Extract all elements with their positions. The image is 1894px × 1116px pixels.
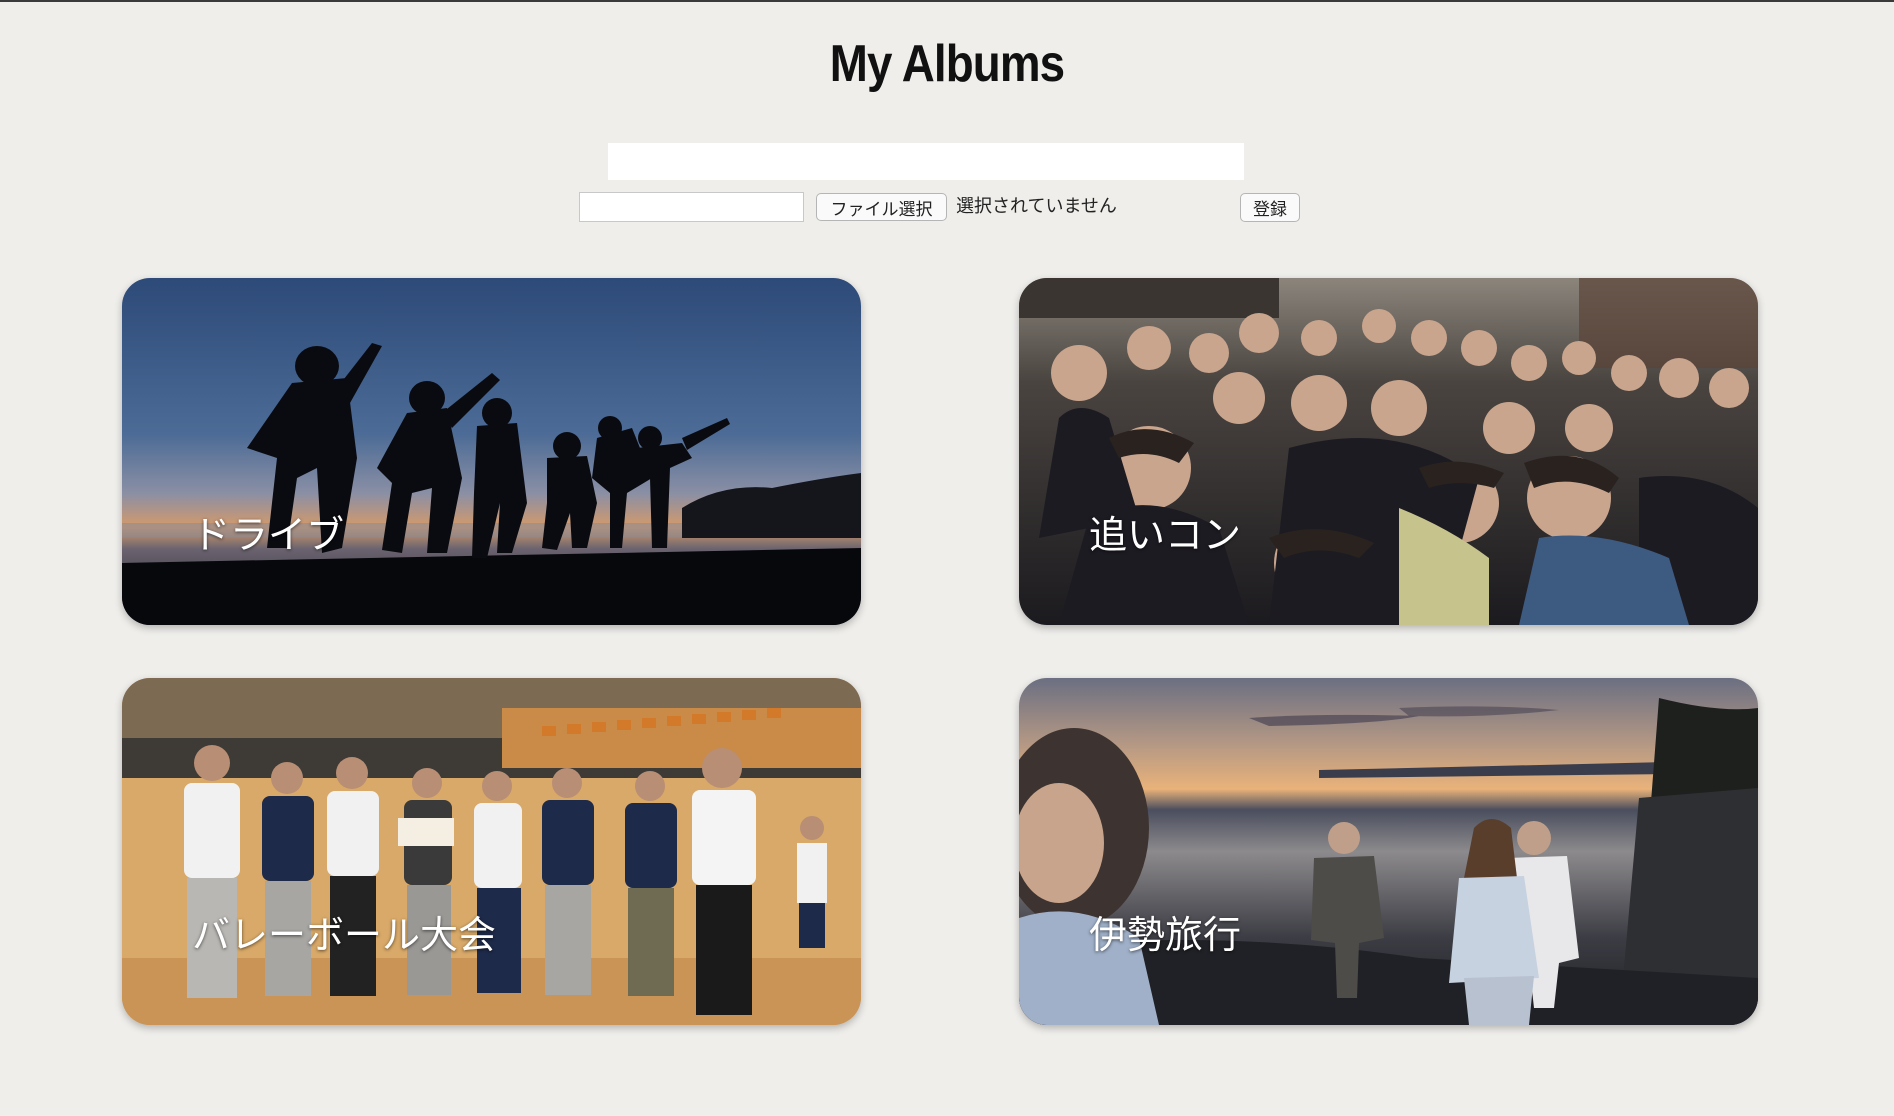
sunset-silhouettes-photo [122,278,861,625]
album-name-input[interactable] [608,143,1244,180]
album-title: バレーボール大会 [192,913,497,957]
album-title: 伊勢旅行 [1089,913,1242,957]
album-card-party[interactable]: 追いコン [1019,278,1758,625]
top-border [0,0,1894,2]
album-card-ise-trip[interactable]: 伊勢旅行 [1019,678,1758,1025]
file-status-text: 選択されていません [956,196,1117,217]
seaside-sunset-photo [1019,678,1758,1025]
album-title: ドライブ [192,513,345,557]
album-card-drive[interactable]: ドライブ [122,278,861,625]
register-button[interactable]: 登録 [1240,193,1300,222]
album-card-volleyball[interactable]: バレーボール大会 [122,678,861,1025]
gym-team-photo [122,678,861,1025]
album-title: 追いコン [1089,513,1242,557]
choose-file-button[interactable]: ファイル選択 [816,193,947,221]
party-group-selfie-photo [1019,278,1758,625]
page-title: My Albums [829,35,1065,93]
secondary-input[interactable] [579,192,804,222]
